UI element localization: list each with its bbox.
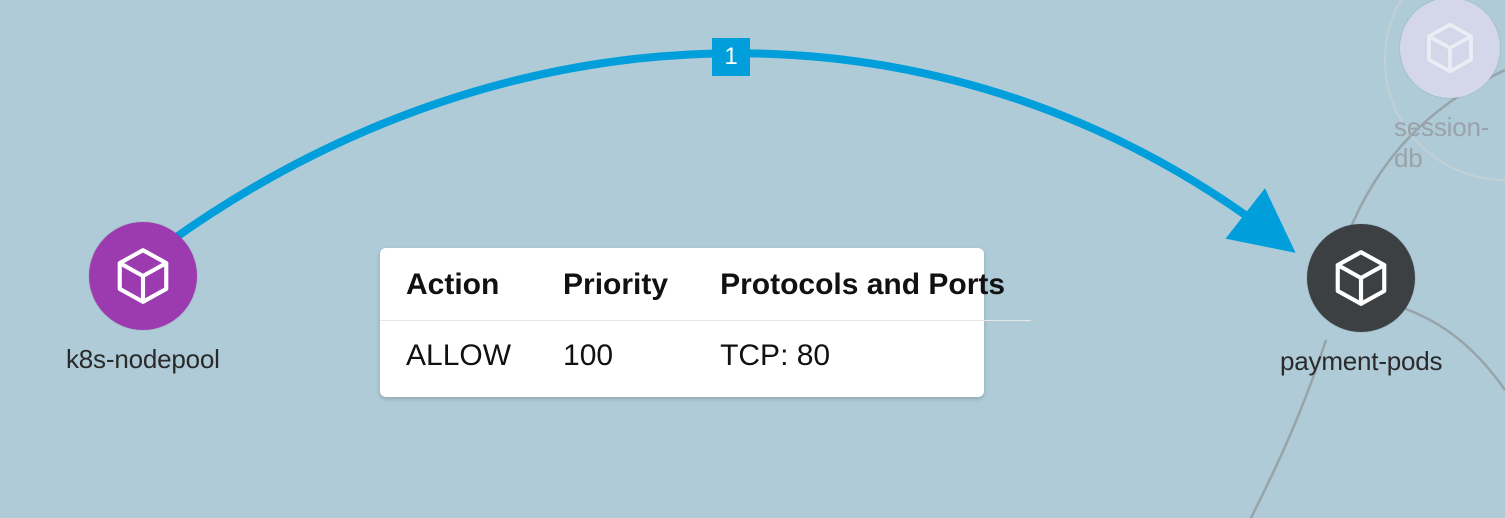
- node-label: k8s-nodepool: [66, 344, 220, 375]
- cell-protocols: TCP: 80: [694, 321, 1031, 398]
- firewall-rule-card: Action Priority Protocols and Ports ALLO…: [380, 248, 984, 397]
- node-session-db[interactable]: session-db: [1394, 0, 1505, 174]
- allow-rule-edge[interactable]: [168, 53, 1283, 243]
- network-diagram-canvas: 1 k8s-nodepool payment-pods: [0, 0, 1505, 518]
- node-circle: [1307, 224, 1415, 332]
- table-row[interactable]: ALLOW 100 TCP: 80: [380, 321, 1031, 398]
- node-circle: [1400, 0, 1500, 98]
- node-label: session-db: [1394, 112, 1505, 174]
- node-k8s-nodepool[interactable]: k8s-nodepool: [66, 222, 220, 375]
- col-action: Action: [380, 248, 537, 321]
- firewall-rule-table: Action Priority Protocols and Ports ALLO…: [380, 248, 1031, 397]
- node-payment-pods[interactable]: payment-pods: [1280, 224, 1442, 377]
- node-label: payment-pods: [1280, 346, 1442, 377]
- cube-icon: [112, 245, 174, 307]
- cell-action: ALLOW: [380, 321, 537, 398]
- cube-icon: [1422, 20, 1478, 76]
- table-header-row: Action Priority Protocols and Ports: [380, 248, 1031, 321]
- cube-icon: [1330, 247, 1392, 309]
- col-protocols: Protocols and Ports: [694, 248, 1031, 321]
- cell-priority: 100: [537, 321, 694, 398]
- col-priority: Priority: [537, 248, 694, 321]
- node-circle: [89, 222, 197, 330]
- edge-rule-count-badge[interactable]: 1: [712, 38, 750, 76]
